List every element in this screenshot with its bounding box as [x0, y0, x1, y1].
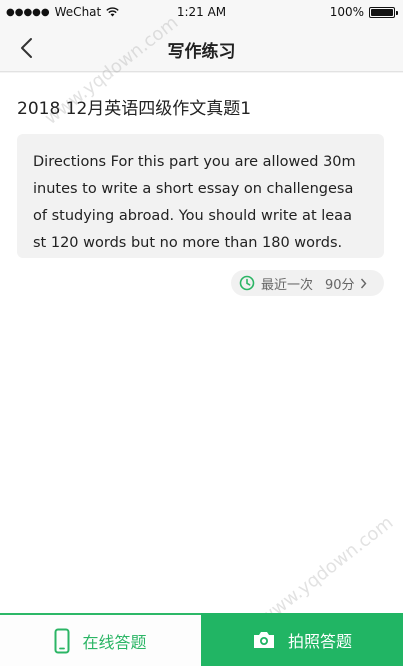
phone-icon: [54, 628, 70, 654]
chevron-right-icon: [360, 278, 366, 288]
page-title: 写作练习: [167, 42, 236, 62]
camera-icon: [252, 630, 276, 650]
nav-bar: 写作练习: [0, 24, 403, 72]
online-answer-button[interactable]: 在线答题: [0, 613, 201, 666]
photo-answer-button[interactable]: 拍照答题: [201, 613, 403, 666]
status-bar: ●●●●● WeChat 1:21 AM 100%: [0, 0, 403, 24]
bottom-action-bar: 在线答题 拍照答题: [0, 613, 403, 666]
directions-line: of studying abroad. You should write at …: [33, 208, 352, 224]
battery-icon: [369, 6, 398, 18]
recent-label: 最近一次: [261, 277, 314, 293]
essay-title: 2018 12月英语四级作文真题1: [17, 99, 252, 119]
directions-card: Directions For this part you are allowed…: [17, 134, 384, 258]
recent-score: 90分: [325, 277, 355, 293]
online-answer-label: 在线答题: [82, 632, 147, 652]
clock-icon: [239, 275, 255, 291]
directions-line: inutes to write a short essay on challen…: [33, 181, 354, 197]
directions-line: Directions For this part you are allowed…: [33, 154, 356, 170]
battery-percent: 100%: [329, 5, 364, 19]
photo-answer-label: 拍照答题: [287, 631, 352, 651]
status-right: 100%: [329, 5, 398, 19]
recent-score-chip[interactable]: 最近一次 90分: [231, 270, 384, 296]
main-content: 2018 12月英语四级作文真题1 Directions For this pa…: [0, 73, 403, 613]
directions-line: st 120 words but no more than 180 words.: [33, 235, 343, 251]
